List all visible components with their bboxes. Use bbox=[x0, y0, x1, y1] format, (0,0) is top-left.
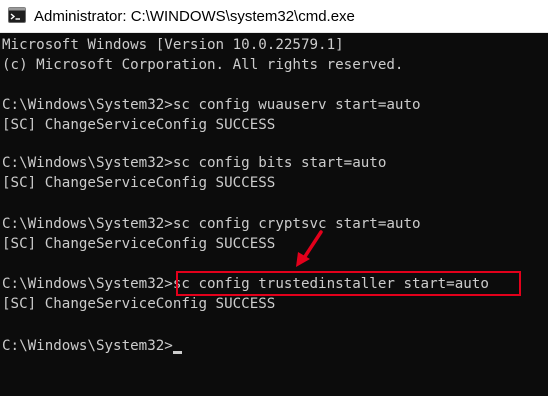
console-line: [SC] ChangeServiceConfig SUCCESS bbox=[2, 296, 276, 312]
console-line: [SC] ChangeServiceConfig SUCCESS bbox=[2, 117, 276, 133]
input-line[interactable]: C:\Windows\System32> bbox=[2, 336, 182, 356]
console-line: [SC] ChangeServiceConfig SUCCESS bbox=[2, 175, 276, 191]
console-line: [SC] ChangeServiceConfig SUCCESS bbox=[2, 236, 276, 252]
title-bar[interactable]: Administrator: C:\WINDOWS\system32\cmd.e… bbox=[0, 0, 548, 33]
command-prompt: C:\Windows\System32> bbox=[2, 338, 173, 354]
console-line: Microsoft Windows [Version 10.0.22579.1] bbox=[2, 37, 344, 53]
console-line: C:\Windows\System32>sc config cryptsvc s… bbox=[2, 216, 421, 232]
console-output[interactable]: Microsoft Windows [Version 10.0.22579.1]… bbox=[0, 33, 548, 396]
annotation-arrow-icon bbox=[296, 230, 323, 267]
terminal-icon bbox=[8, 7, 26, 23]
console-line: C:\Windows\System32>sc config wuauserv s… bbox=[2, 97, 421, 113]
text-cursor bbox=[172, 351, 182, 354]
window-title: Administrator: C:\WINDOWS\system32\cmd.e… bbox=[34, 8, 355, 25]
console-line: (c) Microsoft Corporation. All rights re… bbox=[2, 57, 404, 73]
console-line: C:\Windows\System32>sc config bits start… bbox=[2, 155, 387, 171]
highlighted-command: sc config trustedinstaller start=auto bbox=[172, 276, 489, 292]
command-prompt: C:\Windows\System32> bbox=[2, 276, 173, 292]
highlighted-command-line: C:\Windows\System32>sc config trustedins… bbox=[2, 274, 489, 294]
cmd-window: Administrator: C:\WINDOWS\system32\cmd.e… bbox=[0, 0, 548, 396]
